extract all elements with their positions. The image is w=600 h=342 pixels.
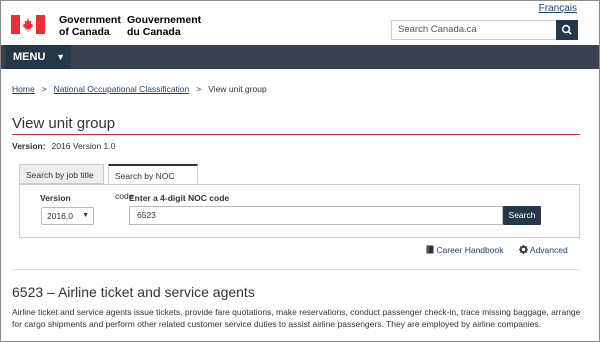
career-handbook-link[interactable]: Career Handbook [426,245,503,255]
breadcrumb-home[interactable]: Home [12,84,35,94]
language-toggle-link[interactable]: Français [539,3,577,14]
page-title: View unit group [12,115,116,132]
title-underline [12,134,580,135]
government-signature-fr: Gouvernement du Canada [127,14,201,38]
menu-bar: MENU ▼ [1,45,599,69]
site-search-input[interactable]: Search Canada.ca [391,20,556,40]
version-label: Version: [12,141,46,151]
tab-search-by-job-title[interactable]: Search by job title [19,164,104,184]
signature-fr-line-2: du Canada [127,26,181,38]
breadcrumb-separator: > [196,84,202,94]
menu-button[interactable]: MENU ▼ [5,45,71,69]
caret-down-icon: ▼ [82,212,89,219]
noc-search-button[interactable]: Search [503,206,541,225]
advanced-search-link[interactable]: Advanced [519,245,568,255]
gear-icon [519,245,528,254]
menu-label: MENU [13,51,46,63]
section-divider [12,269,580,270]
version-select-value: 2016.0 [47,211,73,221]
breadcrumb-current: View unit group [208,84,267,94]
breadcrumb-noc[interactable]: National Occupational Classification [54,84,190,94]
career-handbook-label: Career Handbook [436,245,504,255]
breadcrumb: Home > National Occupational Classificatio… [12,84,267,94]
government-signature-en: Government of Canada [59,14,121,38]
site-search: Search Canada.ca [391,20,579,40]
chevron-down-icon: ▼ [56,52,65,62]
signature-en-line-2: of Canada [59,26,110,38]
site-search-button[interactable] [556,20,578,40]
book-icon [426,245,434,254]
breadcrumb-separator: > [41,84,47,94]
unit-group-heading: 6523 – Airline ticket and service agents [12,284,255,300]
tab-search-by-noc-code[interactable]: Search by NOC code [108,164,198,201]
signature-fr-line-1: Gouvernement [127,14,202,26]
noc-code-input[interactable]: 6523 [129,206,503,225]
search-icon [561,24,572,35]
unit-group-description: Airline ticket and service agents issue … [12,307,581,329]
version-select[interactable]: 2016.0 ▼ [41,207,94,225]
page-frame: Français Government of Canada Gouverneme… [0,0,600,342]
advanced-label: Advanced [529,245,568,255]
version-value: 2016 Version 1.0 [51,141,116,151]
noc-code-label: Enter a 4-digit NOC code [129,193,230,203]
canada-flag-icon[interactable] [11,15,45,34]
version-line: Version: 2016 Version 1.0 [12,141,115,151]
signature-en-line-1: Government [59,14,121,26]
version-select-label: Version [40,193,71,203]
